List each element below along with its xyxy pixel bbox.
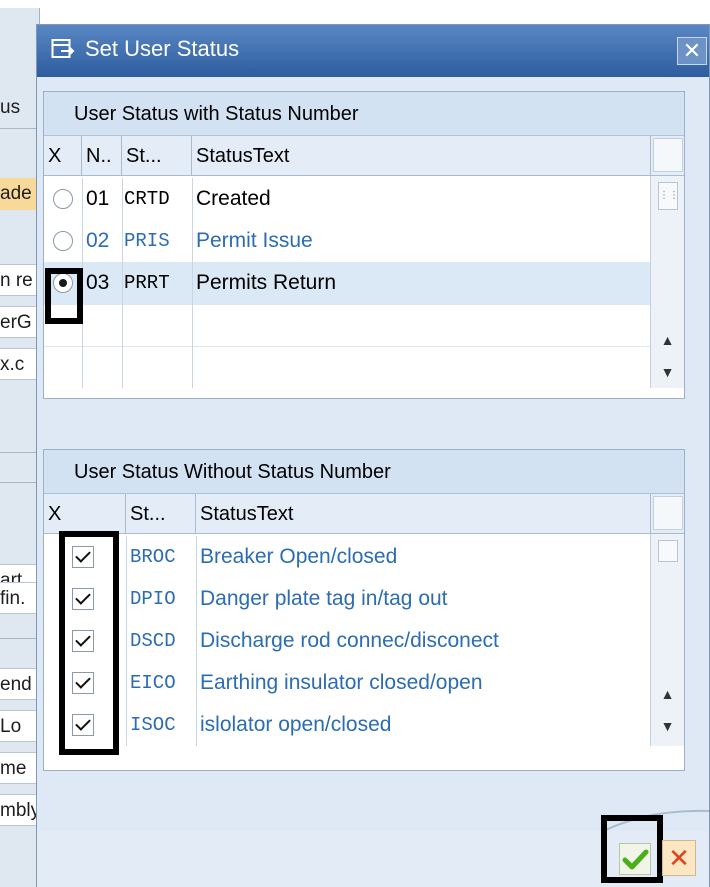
status-code: EICO xyxy=(130,672,176,694)
status-code: PRRT xyxy=(124,272,170,294)
column-settings-button[interactable] xyxy=(650,136,684,176)
column-divider xyxy=(192,178,193,388)
set-user-status-dialog: Set User Status ✕ User Status with Statu… xyxy=(36,24,710,887)
column-divider xyxy=(196,536,197,746)
column-divider xyxy=(122,178,123,388)
background-divider xyxy=(0,638,39,639)
status-code: ISOC xyxy=(130,714,176,736)
status-without-number-title: User Status Without Status Number xyxy=(44,450,684,494)
checkmark-icon xyxy=(622,849,649,870)
column-divider xyxy=(126,536,127,746)
dialog-title-bar[interactable]: Set User Status ✕ xyxy=(37,25,709,77)
table-row[interactable]: ISOC islolator open/closed xyxy=(44,704,650,746)
background-field[interactable]: n re xyxy=(0,264,39,296)
table-header: X St... StatusText xyxy=(44,494,650,534)
status-with-number-title: User Status with Status Number xyxy=(44,92,684,136)
status-radio[interactable] xyxy=(53,189,73,209)
table-row[interactable]: EICO Earthing insulator closed/open xyxy=(44,662,650,704)
checkbox-highlight-frame xyxy=(59,531,119,755)
column-header-status[interactable]: St... xyxy=(126,494,196,534)
background-field[interactable]: me xyxy=(0,752,39,784)
column-header-status-text[interactable]: StatusText xyxy=(192,136,650,176)
table-row[interactable]: 03 PRRT Permits Return xyxy=(44,262,650,304)
status-text: islolator open/closed xyxy=(200,713,392,736)
background-field[interactable]: Lo xyxy=(0,710,39,742)
status-number: 03 xyxy=(86,271,110,294)
status-number: 01 xyxy=(86,187,110,210)
radio-highlight-frame xyxy=(45,268,83,324)
scroll-down-icon[interactable]: ▼ xyxy=(651,712,684,740)
status-text: Breaker Open/closed xyxy=(200,545,398,568)
background-field[interactable]: fin. xyxy=(0,582,39,614)
status-code: DPIO xyxy=(130,588,176,610)
vertical-scrollbar[interactable]: ▲ ▼ xyxy=(650,534,684,746)
background-field[interactable]: x.c xyxy=(0,348,39,380)
status-without-number-table: User Status Without Status Number X St..… xyxy=(43,449,685,771)
status-code: PRIS xyxy=(124,230,170,252)
table-header: X N.. St... StatusText xyxy=(44,136,650,176)
table-row[interactable]: 02 PRIS Permit Issue xyxy=(44,220,650,262)
status-text: Danger plate tag in/tag out xyxy=(200,587,448,610)
scrollbar-thumb[interactable]: ⋮⋮ xyxy=(658,182,679,210)
background-field[interactable]: erG xyxy=(0,306,39,338)
status-text: Discharge rod connec/disconect xyxy=(200,629,499,652)
row-divider xyxy=(44,346,650,347)
cancel-button[interactable]: ✕ xyxy=(662,840,696,876)
dialog-title: Set User Status xyxy=(85,36,240,61)
background-divider xyxy=(0,128,39,129)
status-text: Permit Issue xyxy=(196,229,313,252)
background-divider xyxy=(0,482,39,483)
status-code: CRTD xyxy=(124,188,170,210)
scroll-up-icon[interactable]: ▲ xyxy=(651,326,684,354)
scrollbar-thumb[interactable] xyxy=(658,540,678,562)
background-field[interactable]: end xyxy=(0,668,39,700)
table-row[interactable]: BROC Breaker Open/closed xyxy=(44,536,650,578)
screen-top-strip xyxy=(0,0,710,8)
status-with-number-table: User Status with Status Number X N.. St.… xyxy=(43,91,685,399)
column-header-select[interactable]: X xyxy=(44,494,126,534)
column-header-status-text[interactable]: StatusText xyxy=(196,494,650,534)
background-field[interactable]: ade xyxy=(0,178,39,210)
status-text: Earthing insulator closed/open xyxy=(200,671,483,694)
close-icon[interactable]: ✕ xyxy=(677,37,707,65)
dialog-window-icon xyxy=(51,39,75,58)
scroll-down-icon[interactable]: ▼ xyxy=(651,358,684,386)
status-text: Created xyxy=(196,187,271,210)
status-radio[interactable] xyxy=(53,231,73,251)
background-divider xyxy=(0,452,39,453)
status-text: Permits Return xyxy=(196,271,337,294)
status-code: BROC xyxy=(130,546,176,568)
column-header-select[interactable]: X xyxy=(44,136,82,176)
column-header-status[interactable]: St... xyxy=(122,136,192,176)
table-row[interactable]: DSCD Discharge rod connec/disconect xyxy=(44,620,650,662)
background-application: us ade n re erG x.c art fin. end Lo me m… xyxy=(0,8,40,887)
status-number: 02 xyxy=(86,229,110,252)
background-label: us xyxy=(0,97,21,118)
status-code: DSCD xyxy=(130,630,176,652)
column-settings-button[interactable] xyxy=(650,494,684,534)
table-row[interactable]: 01 CRTD Created xyxy=(44,178,650,220)
row-divider xyxy=(44,304,650,305)
background-field[interactable]: mbly xyxy=(0,794,39,826)
continue-button[interactable] xyxy=(619,843,651,875)
column-header-number[interactable]: N.. xyxy=(82,136,122,176)
table-row[interactable]: DPIO Danger plate tag in/tag out xyxy=(44,578,650,620)
vertical-scrollbar[interactable]: ⋮⋮ ▲ ▼ xyxy=(650,176,684,388)
scroll-up-icon[interactable]: ▲ xyxy=(651,680,684,708)
